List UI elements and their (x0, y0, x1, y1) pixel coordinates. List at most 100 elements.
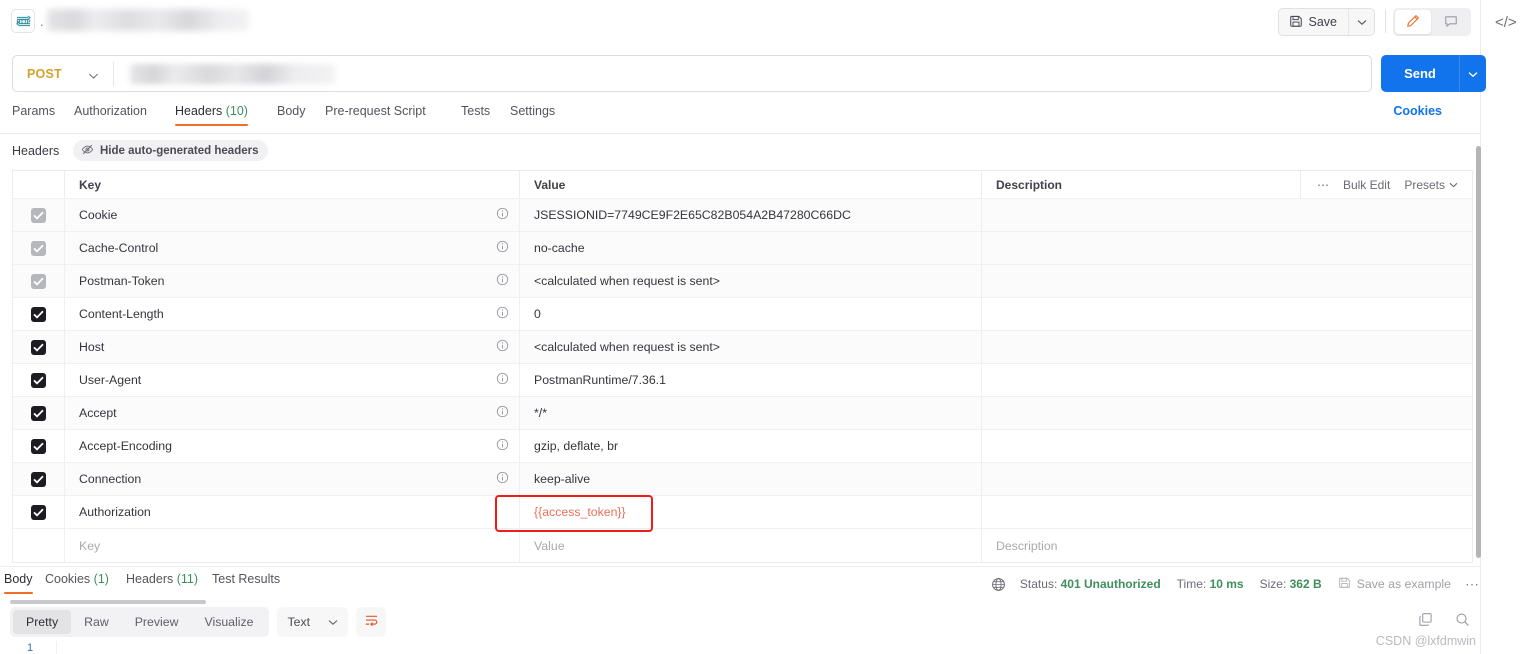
table-row[interactable]: Connection keep-alive (13, 463, 1472, 496)
info-circle-icon[interactable] (496, 306, 509, 322)
header-key-cell[interactable]: User-Agent (65, 364, 520, 396)
info-circle-icon[interactable] (496, 438, 509, 454)
table-row[interactable]: Cookie JSESSIONID=7749CE9F2E65C82B054A2B… (13, 199, 1472, 232)
url-input-redacted[interactable] (130, 63, 335, 84)
header-description-cell[interactable] (982, 397, 1472, 429)
header-key-cell[interactable]: Authorization (65, 496, 520, 528)
header-key-cell[interactable]: Postman-Token (65, 265, 520, 297)
row-checkbox[interactable] (31, 273, 46, 289)
row-checkbox[interactable] (31, 471, 46, 487)
table-row[interactable]: User-Agent PostmanRuntime/7.36.1 (13, 364, 1472, 397)
table-row[interactable]: Host <calculated when request is sent> (13, 331, 1472, 364)
new-key-input[interactable]: Key (65, 529, 520, 562)
response-tab-test-results[interactable]: Test Results (212, 572, 280, 594)
cookies-link[interactable]: Cookies (1393, 104, 1442, 118)
header-description-cell[interactable] (982, 430, 1472, 462)
header-value-cell[interactable]: <calculated when request is sent> (520, 331, 982, 363)
response-tab-headers[interactable]: Headers (11) (126, 572, 198, 594)
new-value-input[interactable]: Value (520, 529, 982, 562)
view-pretty-button[interactable]: Pretty (13, 610, 72, 634)
header-key-cell[interactable]: Accept (65, 397, 520, 429)
response-tab-body[interactable]: Body (4, 572, 33, 594)
tab-settings[interactable]: Settings (510, 104, 555, 126)
new-description-input[interactable]: Description (982, 529, 1472, 562)
view-preview-button[interactable]: Preview (122, 610, 192, 634)
tab-tests[interactable]: Tests (461, 104, 490, 126)
save-as-example-button[interactable]: Save as example (1338, 576, 1451, 592)
header-value-cell[interactable]: no-cache (520, 232, 982, 264)
response-horizontal-scrollbar[interactable] (10, 600, 206, 604)
row-checkbox[interactable] (31, 240, 46, 256)
headers-vertical-scrollbar[interactable] (1476, 146, 1481, 558)
header-description-cell[interactable] (982, 463, 1472, 495)
comment-mode-button[interactable] (1433, 10, 1469, 34)
header-description-cell[interactable] (982, 331, 1472, 363)
row-checkbox[interactable] (31, 339, 46, 355)
header-value-cell[interactable]: 0 (520, 298, 982, 330)
header-description-cell[interactable] (982, 298, 1472, 330)
search-icon[interactable] (1455, 612, 1470, 630)
tab-pre-request-script[interactable]: Pre-request Script (325, 104, 426, 126)
save-options-caret[interactable] (1348, 9, 1374, 35)
tab-headers[interactable]: Headers (10) (175, 104, 248, 126)
table-row-empty[interactable]: Key Value Description (13, 529, 1472, 562)
info-circle-icon[interactable] (496, 405, 509, 421)
header-value-cell[interactable]: {{access_token}} (520, 496, 982, 528)
header-value-cell[interactable]: <calculated when request is sent> (520, 265, 982, 297)
ellipsis-icon[interactable]: ⋯ (1317, 178, 1329, 192)
header-key-cell[interactable]: Accept-Encoding (65, 430, 520, 462)
header-description-cell[interactable] (982, 265, 1472, 297)
header-description-cell[interactable] (982, 364, 1472, 396)
response-more-options-icon[interactable]: ⋯ (1465, 576, 1480, 593)
row-checkbox[interactable] (31, 504, 46, 520)
copy-icon[interactable] (1418, 612, 1433, 630)
view-raw-button[interactable]: Raw (71, 610, 122, 634)
code-brackets-icon[interactable]: </> (1495, 14, 1517, 31)
header-value-cell[interactable]: gzip, deflate, br (520, 430, 982, 462)
tab-body[interactable]: Body (277, 104, 306, 126)
header-key-cell[interactable]: Cookie (65, 199, 520, 231)
row-checkbox[interactable] (31, 438, 46, 454)
hide-auto-generated-headers-button[interactable]: Hide auto-generated headers (73, 140, 269, 161)
header-key-cell[interactable]: Content-Length (65, 298, 520, 330)
header-description-cell[interactable] (982, 496, 1472, 528)
row-checkbox[interactable] (31, 372, 46, 388)
info-circle-icon[interactable] (496, 240, 509, 256)
table-row[interactable]: Content-Length 0 (13, 298, 1472, 331)
tab-authorization[interactable]: Authorization (74, 104, 147, 126)
send-options-caret[interactable] (1459, 55, 1486, 92)
header-key-cell[interactable]: Cache-Control (65, 232, 520, 264)
table-row[interactable]: Accept-Encoding gzip, deflate, br (13, 430, 1472, 463)
view-visualize-button[interactable]: Visualize (191, 610, 266, 634)
header-value-cell[interactable]: */* (520, 397, 982, 429)
row-checkbox[interactable] (31, 306, 46, 322)
request-title-redacted[interactable] (47, 9, 249, 31)
info-circle-icon[interactable] (496, 372, 509, 388)
presets-button[interactable]: Presets (1404, 178, 1458, 192)
response-body-code-area[interactable] (56, 641, 1456, 654)
tab-params[interactable]: Params (12, 104, 55, 126)
send-button[interactable]: Send (1381, 55, 1459, 92)
table-row-authorization[interactable]: Authorization {{access_token}} (13, 496, 1472, 529)
header-value-cell[interactable]: keep-alive (520, 463, 982, 495)
http-method-select[interactable]: POST (13, 56, 113, 91)
header-key-cell[interactable]: Host (65, 331, 520, 363)
response-tab-cookies[interactable]: Cookies (1) (45, 572, 109, 594)
bulk-edit-button[interactable]: Bulk Edit (1343, 178, 1390, 192)
info-circle-icon[interactable] (496, 273, 509, 289)
header-description-cell[interactable] (982, 199, 1472, 231)
table-row[interactable]: Cache-Control no-cache (13, 232, 1472, 265)
header-value-cell[interactable]: PostmanRuntime/7.36.1 (520, 364, 982, 396)
wrap-lines-button[interactable] (356, 607, 387, 637)
row-checkbox[interactable] (31, 207, 46, 223)
response-format-select[interactable]: Text (277, 607, 349, 637)
info-circle-icon[interactable] (496, 339, 509, 355)
table-row[interactable]: Accept */* (13, 397, 1472, 430)
header-description-cell[interactable] (982, 232, 1472, 264)
edit-mode-button[interactable] (1395, 10, 1431, 34)
info-circle-icon[interactable] (496, 471, 509, 487)
table-row[interactable]: Postman-Token <calculated when request i… (13, 265, 1472, 298)
row-checkbox[interactable] (31, 405, 46, 421)
save-button[interactable]: Save (1279, 9, 1349, 35)
info-circle-icon[interactable] (496, 207, 509, 223)
